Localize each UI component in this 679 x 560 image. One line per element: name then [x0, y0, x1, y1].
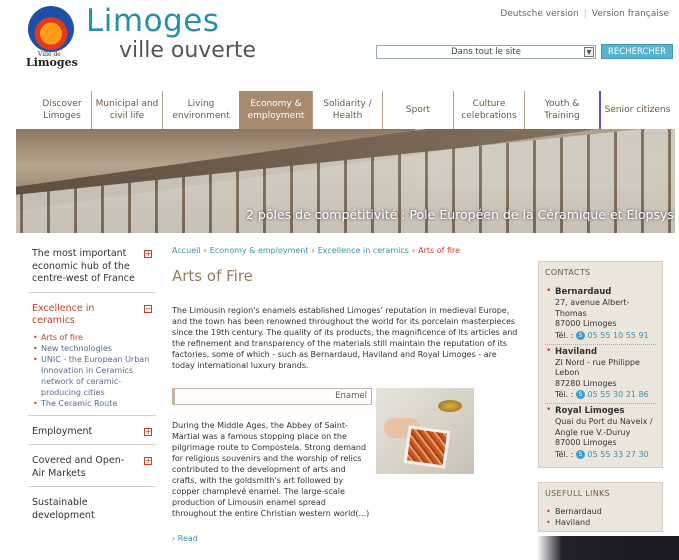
lang-separator: |	[583, 9, 587, 19]
breadcrumb-separator: ›	[411, 246, 416, 255]
main-nav: Discover Limoges Municipal and civil lif…	[33, 91, 674, 129]
nav-senior-citizens[interactable]: Senior citizens	[599, 91, 674, 129]
contact-address-line: Angle rue V.-Duruy	[555, 427, 631, 437]
contact-address-line: Quai du Port du Naveix /	[555, 417, 653, 426]
search-scope-value: Dans tout le site	[451, 47, 521, 57]
sidebar-ceramics-label: Excellence in ceramics	[32, 302, 95, 327]
contact-item: Bernardaud 27, avenue Albert-Thomas 8700…	[545, 285, 656, 345]
sidebar-ceramics-list: Arts of fire New technologies UNIC - the…	[32, 332, 152, 409]
expand-plus-icon[interactable]: +	[144, 457, 152, 465]
sidebar-markets-label: Covered and Open-Air Markets	[32, 455, 125, 479]
nav-discover-limoges[interactable]: Discover Limoges	[33, 91, 91, 129]
contact-name: Royal Limoges	[555, 406, 625, 416]
contacts-box: CONTACTS Bernardaud 27, avenue Albert-Th…	[538, 261, 663, 468]
sidebar-section-sustainable[interactable]: Sustainable development	[28, 487, 156, 528]
breadcrumb-current: Arts of fire	[418, 246, 461, 255]
contact-address-line: 27, avenue Albert-Thomas	[555, 298, 630, 318]
contact-address-line: ZI Nord - rue Philippe Lebon	[555, 357, 640, 378]
skype-icon[interactable]: S	[576, 390, 585, 399]
useful-links-box: USEFULL LINKS Bernardaud Haviland	[538, 481, 663, 532]
nav-economy-employment[interactable]: Economy & employment	[239, 91, 312, 129]
nav-solidarity-health[interactable]: Solidarity / Health	[312, 91, 382, 129]
contact-address-line: 87000 Limoges	[555, 438, 617, 447]
search-button[interactable]: RECHERCHER	[601, 44, 673, 59]
contact-address-line: 87280 Limoges	[555, 378, 617, 388]
nav-municipal-civil-life[interactable]: Municipal and civil life	[91, 91, 162, 129]
nav-living-environment[interactable]: Living environment	[162, 91, 239, 129]
sidebar-item-ceramic-route[interactable]: The Ceramic Route	[32, 398, 152, 409]
contact-item: Royal Limoges Quai du Port du Naveix / A…	[545, 404, 656, 463]
contact-address-line: 87000 Limoges	[555, 319, 617, 328]
page-title: Arts of Fire	[172, 267, 253, 285]
contact-item: Haviland ZI Nord - rue Philippe Lebon 87…	[545, 345, 656, 404]
contact-name: Haviland	[555, 346, 598, 357]
right-column: CONTACTS Bernardaud 27, avenue Albert-Th…	[538, 261, 663, 532]
sidebar-item-unic[interactable]: UNIC - the European Urban Innovation in …	[32, 354, 152, 398]
phone-number[interactable]: 05 55 30 21 86	[588, 390, 649, 399]
sidebar-section-ceramics[interactable]: Excellence in ceramics − Arts of fire Ne…	[28, 293, 156, 416]
contact-phone: Tél. : S 05 55 30 21 86	[555, 389, 656, 400]
phone-label: Tél. :	[555, 390, 574, 399]
sidebar-item-new-technologies[interactable]: New technologies	[32, 343, 152, 354]
photo-dish	[438, 400, 462, 412]
expand-plus-icon[interactable]: +	[144, 250, 152, 258]
sidebar: The most important economic hub of the c…	[28, 244, 156, 528]
sidebar-employment-label: Employment	[32, 425, 93, 437]
phone-label: Tél. :	[555, 449, 574, 459]
sidebar-item-arts-of-fire[interactable]: Arts of fire	[32, 332, 152, 343]
lang-deutsch-link[interactable]: Deutsche version	[500, 9, 578, 19]
phone-number[interactable]: 05 55 10 55 91	[588, 331, 649, 340]
sidebar-sustainable-label: Sustainable development	[32, 497, 95, 521]
breadcrumb-separator: ›	[203, 246, 207, 255]
read-more-link[interactable]: › Read	[172, 534, 198, 543]
sidebar-section-markets[interactable]: Covered and Open-Air Markets +	[28, 445, 156, 487]
collapse-minus-icon[interactable]: −	[144, 304, 152, 313]
nav-culture-celebrations[interactable]: Culture celebrations	[453, 91, 524, 129]
main-content: Accueil › Economy & employment › Excellence …	[172, 246, 520, 543]
nav-youth-training[interactable]: Youth & Training	[524, 91, 599, 129]
breadcrumb-home[interactable]: Accueil	[172, 246, 201, 255]
dropdown-arrow-icon[interactable]: ▼	[584, 47, 594, 57]
enamel-body-paragraph: During the Middle Ages, the Abbey of Sai…	[172, 421, 370, 518]
phone-label: Tél. :	[555, 330, 574, 340]
expand-plus-icon[interactable]: +	[144, 427, 152, 436]
contact-phone: Tél. : S 05 55 33 27 30	[555, 449, 656, 460]
sidebar-section-employment[interactable]: Employment +	[28, 416, 156, 445]
enamel-tab[interactable]: Enamel	[172, 388, 372, 405]
breadcrumb: Accueil › Economy & employment › Excellence …	[172, 246, 520, 255]
nav-sport[interactable]: Sport	[382, 91, 453, 129]
contact-phone: Tél. : S 05 55 10 55 91	[555, 330, 656, 341]
brand-title: Limoges	[86, 3, 220, 39]
breadcrumb-separator: ›	[311, 246, 315, 255]
city-emblem-icon	[28, 6, 74, 52]
logo-name-text: Limoges	[26, 56, 78, 69]
city-logo[interactable]: Ville de Limoges	[24, 6, 78, 69]
language-switch: Deutsche version | Version française	[500, 9, 669, 19]
contact-name: Bernardaud	[555, 287, 612, 297]
photo-enamel-plate	[403, 425, 451, 469]
banner-caption[interactable]: 2 pôles de compétitivité : Pole Européen…	[246, 207, 674, 222]
decorative-corner	[512, 536, 679, 560]
intro-paragraph: The Limousin region's enamels establishe…	[172, 306, 518, 370]
breadcrumb-ceramics[interactable]: Excellence in ceramics	[318, 246, 409, 255]
phone-number[interactable]: 05 55 33 27 30	[588, 450, 649, 459]
skype-icon[interactable]: S	[576, 449, 585, 459]
sidebar-hub-label: The most important economic hub of the c…	[32, 248, 135, 284]
useful-links-title: USEFULL LINKS	[545, 488, 610, 498]
lang-francais-link[interactable]: Version française	[592, 9, 669, 19]
skype-icon[interactable]: S	[576, 330, 585, 340]
search-scope-select[interactable]: Dans tout le site ▼	[376, 45, 596, 59]
contacts-title: CONTACTS	[545, 268, 591, 277]
enamel-photo	[376, 388, 474, 474]
useful-link-item[interactable]: Haviland	[545, 517, 656, 528]
banner-image: 2 pôles de compétitivité : Pole Européen…	[16, 129, 675, 233]
breadcrumb-economy[interactable]: Economy & employment	[210, 246, 309, 255]
sidebar-section-hub[interactable]: The most important economic hub of the c…	[28, 244, 156, 293]
brand-subtitle: ville ouverte	[119, 38, 257, 63]
useful-link-item[interactable]: Bernardaud	[545, 506, 656, 517]
